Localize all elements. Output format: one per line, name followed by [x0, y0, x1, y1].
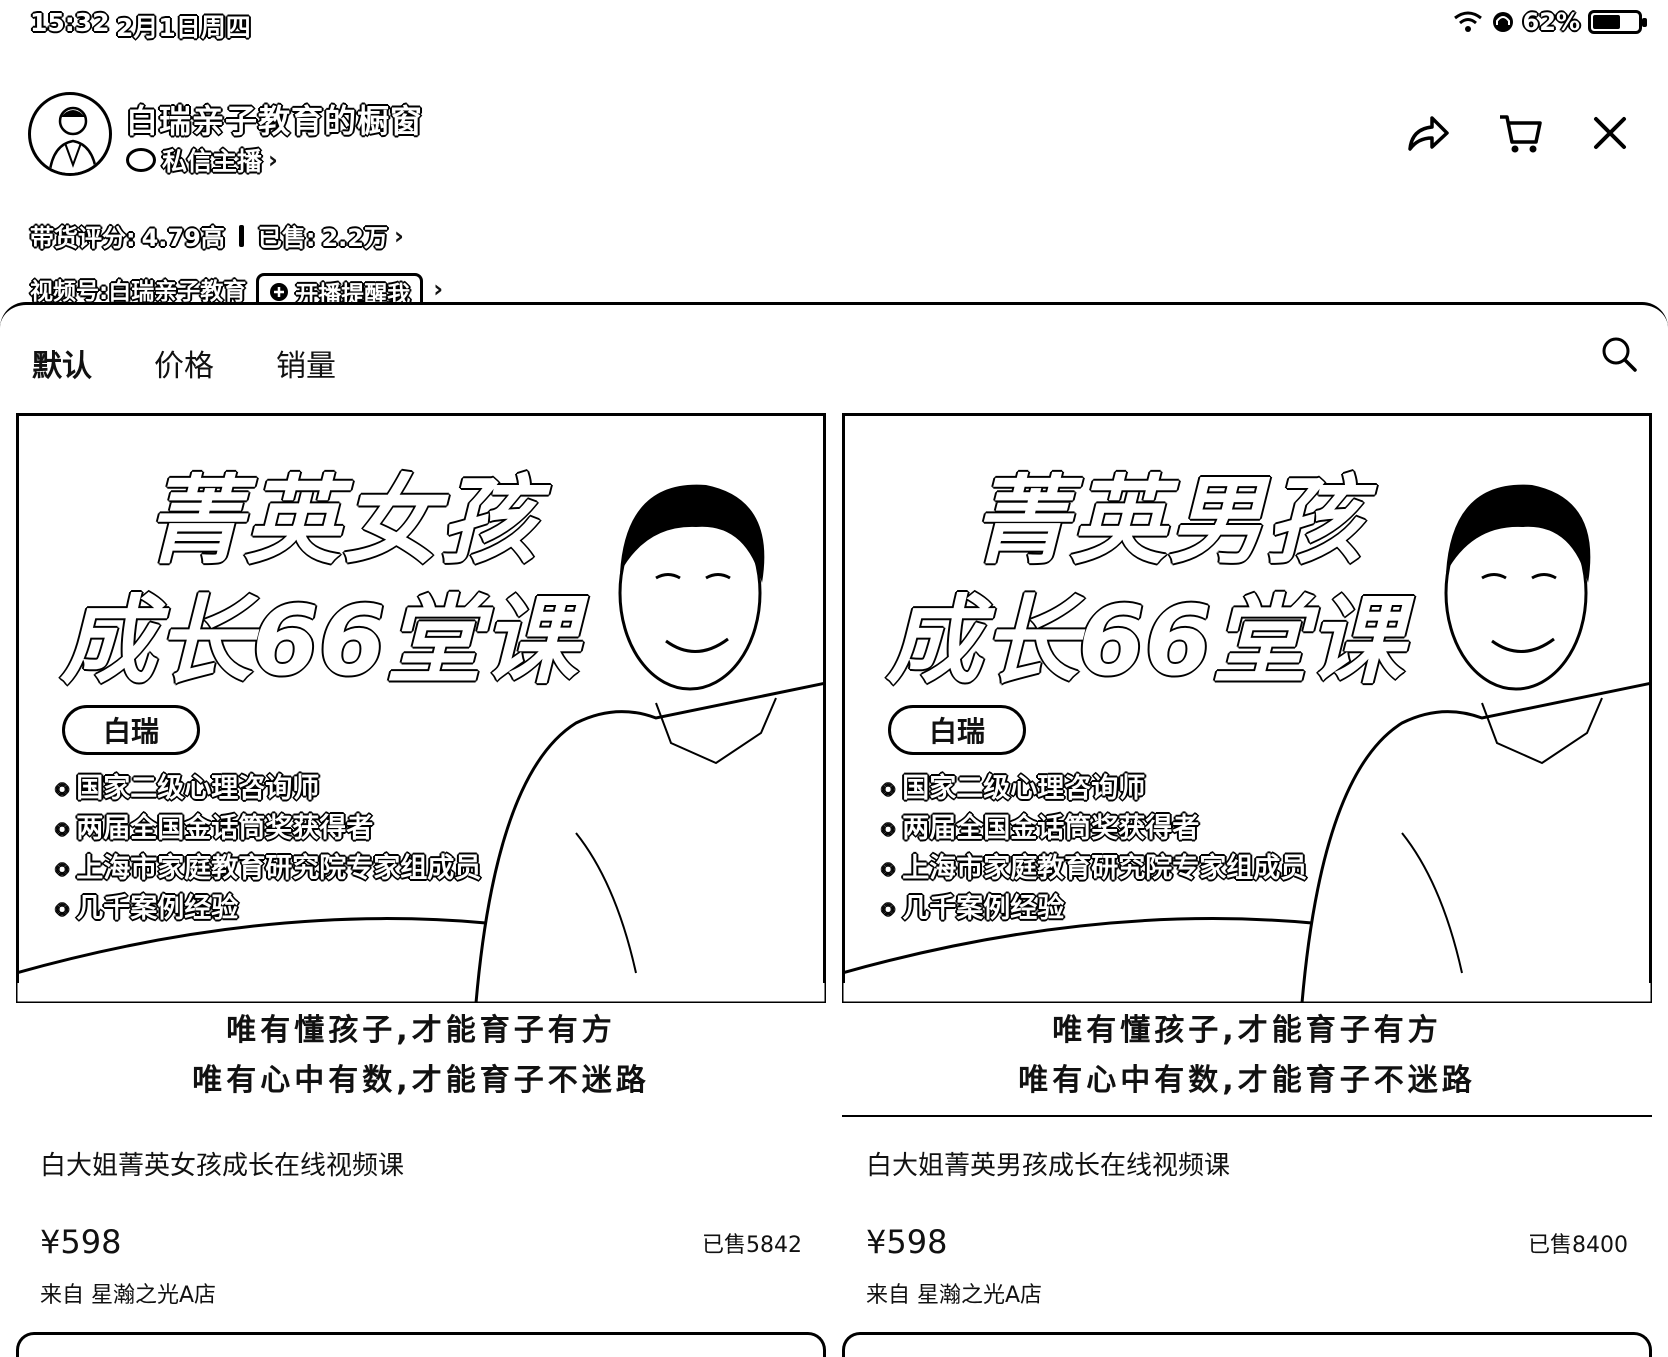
headphones-icon: [1492, 12, 1513, 32]
poster-slogan: 唯有懂孩子,才能育子有方: [1052, 1013, 1442, 1048]
sort-tabs: 默认 价格 销量: [32, 341, 336, 385]
poster-subtitle: 成长66堂课: [886, 585, 1404, 697]
product-store: 来自 星瀚之光A店: [40, 1283, 217, 1308]
product-price: ¥598: [866, 1223, 948, 1261]
product-card[interactable]: 菁英女孩 成长66堂课 白瑞 国家二级心理咨询师 两届全国金话筒奖获得者 上海市…: [16, 413, 826, 1333]
poster-slogan: 唯有心中有数,才能育子不迷路: [1018, 1063, 1476, 1098]
product-price: ¥598: [40, 1223, 122, 1261]
share-icon[interactable]: [1406, 113, 1450, 153]
product-name[interactable]: 白大姐菁英女孩成长在线视频课: [40, 1145, 404, 1182]
channel-row: 视频号:白瑞亲子教育 开播提醒我 ›: [30, 272, 443, 308]
product-poster: 菁英女孩 成长66堂课 白瑞 国家二级心理咨询师 两届全国金话筒奖获得者 上海市…: [16, 413, 826, 1003]
presenter-name: 白瑞: [888, 705, 1026, 755]
credential-item: 国家二级心理咨询师: [56, 769, 481, 809]
sold-label: 已售:: [257, 224, 316, 252]
chevron-right-icon[interactable]: ›: [433, 275, 443, 303]
message-host-label: 私信主播: [162, 147, 263, 176]
poster-subtitle: 成长66堂课: [60, 585, 578, 697]
rating-label: 带货评分:: [30, 224, 136, 252]
product-card-partial[interactable]: [842, 1332, 1652, 1357]
tab-price[interactable]: 价格: [154, 341, 214, 385]
poster-title: 菁英女孩: [146, 465, 538, 577]
status-date: 2月1日周四: [116, 13, 251, 42]
poster-slogan: 唯有心中有数,才能育子不迷路: [192, 1063, 650, 1098]
product-name[interactable]: 白大姐菁英男孩成长在线视频课: [866, 1145, 1230, 1182]
battery-percent: 62%: [1522, 8, 1580, 36]
credential-item: 两届全国金话筒奖获得者: [56, 809, 481, 849]
product-sold-count: 已售8400: [1528, 1233, 1628, 1258]
product-sheet: 默认 价格 销量 菁英女孩 成长66堂课 白瑞 国家: [0, 302, 1668, 1357]
cart-icon[interactable]: [1498, 112, 1544, 154]
chevron-right-icon: ›: [393, 221, 404, 250]
poster-title: 菁英男孩: [972, 465, 1364, 577]
credential-item: 上海市家庭教育研究院专家组成员: [56, 849, 481, 889]
presenter-name: 白瑞: [62, 705, 200, 755]
product-sold-count: 已售5842: [702, 1233, 802, 1258]
credential-item: 两届全国金话筒奖获得者: [882, 809, 1307, 849]
poster-slogan: 唯有懂孩子,才能育子有方: [226, 1013, 616, 1048]
credentials-list: 国家二级心理咨询师 两届全国金话筒奖获得者 上海市家庭教育研究院专家组成员 几千…: [882, 769, 1307, 929]
battery-icon: [1588, 10, 1647, 34]
battery-level: [1593, 15, 1621, 29]
chevron-right-icon: ›: [268, 146, 278, 174]
status-indicators: 62%: [1453, 8, 1647, 36]
shop-title: 白瑞亲子教育的橱窗: [126, 102, 424, 140]
product-poster: 菁英男孩 成长66堂课 白瑞 国家二级心理咨询师 两届全国金话筒奖获得者 上海市…: [842, 413, 1652, 1003]
avatar[interactable]: [28, 92, 112, 176]
credentials-list: 国家二级心理咨询师 两届全国金话筒奖获得者 上海市家庭教育研究院专家组成员 几千…: [56, 769, 481, 929]
header-actions: [1406, 112, 1628, 154]
rating-value: 4.79高: [141, 224, 225, 252]
credential-item: 几千案例经验: [56, 889, 481, 929]
credential-item: 几千案例经验: [882, 889, 1307, 929]
product-store: 来自 星瀚之光A店: [866, 1283, 1043, 1308]
sold-value: 2.2万: [321, 224, 388, 252]
message-host-link[interactable]: 私信主播 ›: [126, 142, 278, 178]
tab-sales[interactable]: 销量: [276, 341, 336, 385]
divider: [238, 224, 244, 247]
chat-bubble-icon: [126, 148, 156, 172]
credential-item: 上海市家庭教育研究院专家组成员: [882, 849, 1307, 889]
close-icon[interactable]: [1592, 115, 1628, 151]
credential-item: 国家二级心理咨询师: [882, 769, 1307, 809]
live-reminder-button[interactable]: 开播提醒我: [256, 273, 424, 308]
tab-default[interactable]: 默认: [32, 341, 92, 385]
plus-icon: [270, 282, 289, 301]
product-card-partial[interactable]: [16, 1332, 826, 1357]
wifi-icon: [1453, 11, 1482, 32]
search-icon[interactable]: [1600, 335, 1638, 373]
shop-stats[interactable]: 带货评分: 4.79高 已售: 2.2万 ›: [30, 218, 404, 253]
product-card[interactable]: 菁英男孩 成长66堂课 白瑞 国家二级心理咨询师 两届全国金话筒奖获得者 上海市…: [842, 413, 1652, 1333]
status-time: 15:32: [30, 8, 110, 37]
divider: [842, 1115, 1652, 1117]
